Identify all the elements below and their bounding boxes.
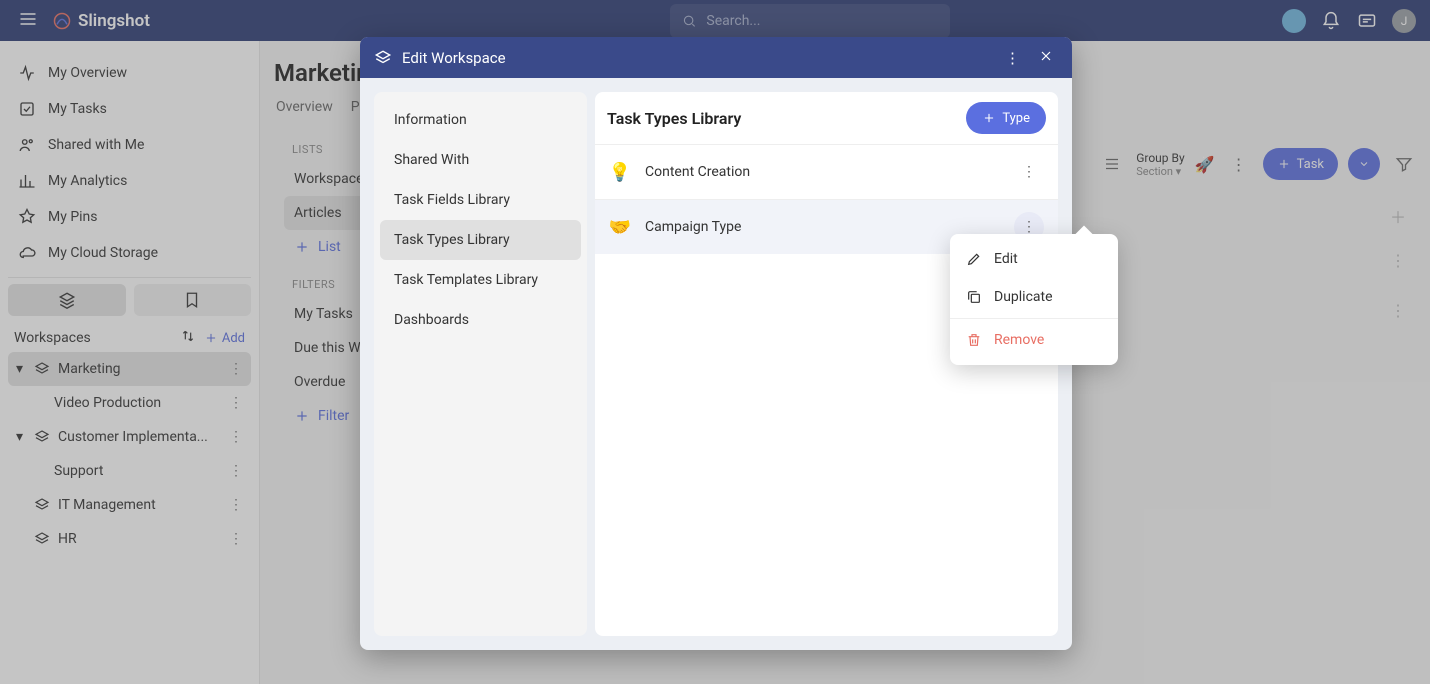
context-remove[interactable]: Remove <box>950 321 1118 359</box>
modal-header: Edit Workspace ⋮ <box>360 37 1072 78</box>
task-type-label: Content Creation <box>645 164 750 180</box>
modal-nav-shared-with[interactable]: Shared With <box>380 140 581 180</box>
context-duplicate[interactable]: Duplicate <box>950 278 1118 316</box>
duplicate-icon <box>966 289 982 305</box>
task-type-row[interactable]: 💡 Content Creation ⋮ <box>595 144 1058 199</box>
modal-nav-task-types[interactable]: Task Types Library <box>380 220 581 260</box>
task-type-more-button[interactable]: ⋮ <box>1014 157 1044 187</box>
context-menu: Edit Duplicate Remove <box>950 234 1118 365</box>
context-edit[interactable]: Edit <box>950 240 1118 278</box>
modal-nav-dashboards[interactable]: Dashboards <box>380 300 581 340</box>
task-types-title: Task Types Library <box>607 109 741 128</box>
add-type-button[interactable]: Type <box>966 102 1046 134</box>
pencil-icon <box>966 251 982 267</box>
trash-icon <box>966 332 982 348</box>
lightbulb-icon: 💡 <box>609 161 631 183</box>
close-icon[interactable] <box>1034 44 1058 72</box>
handshake-icon: 🤝 <box>609 216 631 238</box>
modal-sidebar: Information Shared With Task Fields Libr… <box>374 92 587 636</box>
layers-icon <box>374 49 392 67</box>
task-type-label: Campaign Type <box>645 219 741 235</box>
modal-more-icon[interactable]: ⋮ <box>1001 45 1024 71</box>
modal-nav-task-templates[interactable]: Task Templates Library <box>380 260 581 300</box>
modal-title: Edit Workspace <box>402 49 506 67</box>
modal-nav-information[interactable]: Information <box>380 100 581 140</box>
modal-nav-task-fields[interactable]: Task Fields Library <box>380 180 581 220</box>
